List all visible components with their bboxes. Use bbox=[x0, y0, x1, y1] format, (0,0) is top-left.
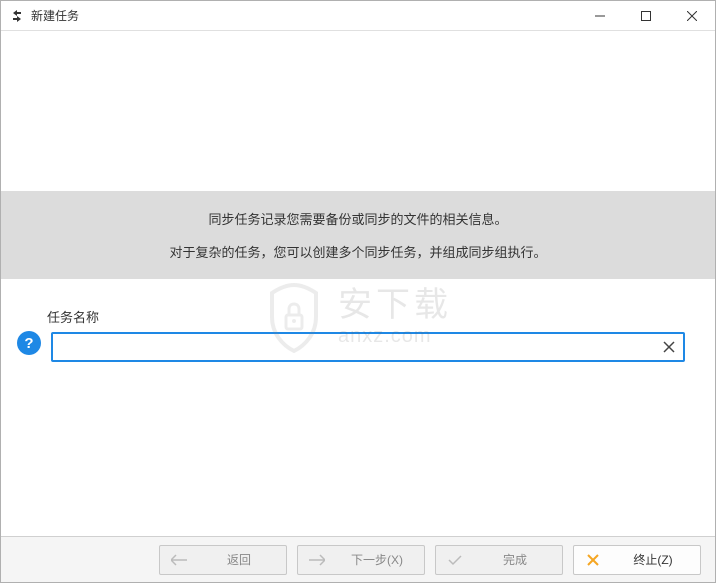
info-text-2: 对于复杂的任务，您可以创建多个同步任务，并组成同步组执行。 bbox=[21, 242, 695, 261]
cancel-label: 终止(Z) bbox=[616, 551, 690, 568]
window: 新建任务 同步任务记录您需要备份或同步的文件的相关信息。 对于复杂的任务，您可以… bbox=[0, 0, 716, 583]
info-band: 同步任务记录您需要备份或同步的文件的相关信息。 对于复杂的任务，您可以创建多个同… bbox=[1, 191, 715, 279]
back-label: 返回 bbox=[202, 551, 276, 568]
back-button: 返回 bbox=[159, 545, 287, 575]
form-area: 任务名称 ? bbox=[1, 279, 715, 382]
content-area: 同步任务记录您需要备份或同步的文件的相关信息。 对于复杂的任务，您可以创建多个同… bbox=[1, 31, 715, 536]
next-button: 下一步(X) bbox=[297, 545, 425, 575]
maximize-button[interactable] bbox=[623, 1, 669, 30]
window-controls bbox=[577, 1, 715, 30]
task-name-input-wrap bbox=[51, 332, 685, 362]
next-label: 下一步(X) bbox=[340, 551, 414, 568]
info-text-1: 同步任务记录您需要备份或同步的文件的相关信息。 bbox=[21, 209, 695, 228]
task-name-input[interactable] bbox=[53, 334, 655, 360]
close-icon bbox=[584, 554, 602, 566]
help-icon: ? bbox=[24, 335, 33, 352]
finish-button: 完成 bbox=[435, 545, 563, 575]
arrow-left-icon bbox=[170, 554, 188, 566]
help-button[interactable]: ? bbox=[17, 331, 41, 355]
titlebar: 新建任务 bbox=[1, 1, 715, 31]
footer: 返回 下一步(X) 完成 终止(Z) bbox=[1, 536, 715, 582]
arrow-right-icon bbox=[308, 554, 326, 566]
clear-input-button[interactable] bbox=[655, 334, 683, 360]
app-icon bbox=[9, 8, 25, 24]
cancel-button[interactable]: 终止(Z) bbox=[573, 545, 701, 575]
check-icon bbox=[446, 554, 464, 566]
window-title: 新建任务 bbox=[31, 7, 79, 24]
finish-label: 完成 bbox=[478, 551, 552, 568]
task-name-label: 任务名称 bbox=[47, 307, 685, 326]
minimize-button[interactable] bbox=[577, 1, 623, 30]
close-button[interactable] bbox=[669, 1, 715, 30]
